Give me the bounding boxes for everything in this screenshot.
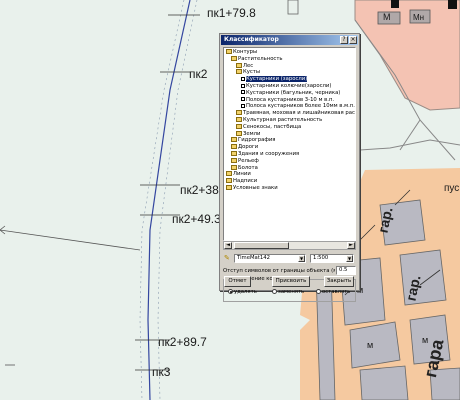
tree-node-label: Болота [238, 164, 258, 171]
station-label: пк2+49.3 [172, 212, 221, 226]
station-label: пк2+38 [180, 183, 219, 197]
offset-input-value: 0.5 [339, 267, 348, 273]
tree-node-label: Растительность [238, 55, 283, 62]
radio-label: оставлять [322, 289, 351, 295]
tree-node-label: Надписи [233, 178, 258, 185]
folder-icon [231, 144, 237, 150]
close-icon[interactable]: × [349, 36, 357, 44]
help-icon[interactable]: ? [340, 36, 348, 44]
tree-node-label: Здания и сооружения [238, 151, 300, 157]
tree-node-label: Дороги [238, 144, 259, 151]
checkbox-icon [241, 76, 245, 81]
assign-button[interactable]: Присвоить [272, 276, 310, 287]
folder-icon [231, 137, 237, 143]
chevron-down-icon[interactable]: ▼ [346, 255, 353, 262]
classifier-dialog: Классификатор ? × Контуры Растительность Л… [219, 33, 360, 302]
scale-select-value: 1:500 [313, 255, 329, 261]
offset-label: Отступ символов от границы объекта (м): [223, 268, 335, 274]
tree-node-label: Кустарники (багульник, черника) [246, 89, 341, 96]
station-label: пк1+79.8 [207, 6, 256, 20]
building-label: М [383, 12, 391, 22]
tree-node-label: Кустарники колючие(заросли) [246, 83, 332, 89]
building-label: м [367, 340, 374, 350]
radio-button-icon[interactable] [228, 289, 233, 294]
folder-icon [236, 117, 242, 122]
radio-button-icon[interactable] [272, 289, 277, 294]
close-button[interactable]: Закрыть [324, 276, 354, 287]
classifier-tree[interactable]: Контуры Растительность Лес Кусты Кустарники … [223, 47, 356, 241]
tree-node-label: Кустарники (заросли) [246, 76, 308, 83]
radio-label: заменять [278, 289, 305, 295]
folder-icon [236, 123, 242, 129]
folder-icon [236, 130, 242, 136]
tree-node-label: Травяная, моховая и лишайниковая растите… [243, 110, 355, 117]
dialog-titlebar[interactable]: Классификатор ? × [221, 35, 358, 45]
radio-label: удалять [234, 289, 257, 295]
tree-node-label: Культурная растительность [243, 117, 323, 123]
building-label: Мн [413, 13, 425, 22]
radio-button-icon[interactable] [316, 289, 321, 294]
tree-node-label: Контуры [233, 49, 258, 55]
checkbox-icon [241, 90, 245, 95]
tree-node-label: Условные знаки [233, 185, 278, 191]
folder-icon [226, 185, 232, 190]
font-select-value: TimeMat142 [237, 255, 270, 261]
dialog-title: Классификатор [224, 36, 279, 43]
folder-icon [226, 49, 232, 54]
radio-delete[interactable]: удалять [228, 289, 257, 295]
chevron-down-icon[interactable]: ▼ [298, 255, 305, 262]
folder-icon [236, 69, 242, 75]
offset-input[interactable]: 0.5 [336, 266, 356, 275]
tree-node-label: Лес [243, 62, 254, 69]
tree-node-label: Рельеф [238, 157, 259, 164]
folder-icon [236, 110, 242, 116]
checkbox-icon [241, 83, 245, 88]
pencil-icon[interactable]: ✎ [224, 254, 232, 262]
folder-icon [226, 171, 232, 177]
tree-node-label: Сенокосы, пастбища [243, 123, 302, 130]
folder-icon [226, 178, 232, 184]
street-label: пус [444, 183, 460, 194]
scrollbar-thumb[interactable] [234, 242, 289, 249]
cancel-button[interactable]: Отмет [224, 276, 251, 287]
station-label: пк2+89.7 [158, 335, 207, 349]
tree-node-label: Полоса кустарников более 10мм в.м.п. [246, 103, 355, 110]
folder-icon [231, 151, 237, 156]
scroll-right-icon[interactable]: ► [347, 242, 355, 249]
radio-replace[interactable]: заменять [272, 289, 304, 295]
folder-icon [231, 55, 237, 61]
checkbox-icon [241, 97, 245, 102]
tree-node-label: Полоса кустарников 3-10 м в.п. [246, 96, 335, 103]
tree-node-label: Кусты [243, 69, 261, 76]
station-label: пк2 [189, 67, 208, 81]
horizontal-scrollbar[interactable]: ◄ ► [223, 241, 356, 250]
tree-node[interactable]: Условные знаки [226, 185, 278, 192]
scroll-left-icon[interactable]: ◄ [224, 242, 232, 249]
folder-icon [231, 164, 237, 170]
station-label: пк3 [152, 365, 171, 379]
tree-node-label: Линии [233, 171, 251, 178]
folder-icon [231, 157, 237, 163]
checkbox-icon [241, 103, 245, 108]
radio-keep[interactable]: оставлять [316, 289, 350, 295]
scale-select[interactable]: 1:500 ▼ [310, 254, 354, 263]
tree-node-label: Гидрография [238, 137, 276, 144]
tree-node-label: Земли [243, 130, 261, 137]
folder-icon [236, 62, 242, 68]
font-select[interactable]: TimeMat142 ▼ [234, 254, 306, 263]
